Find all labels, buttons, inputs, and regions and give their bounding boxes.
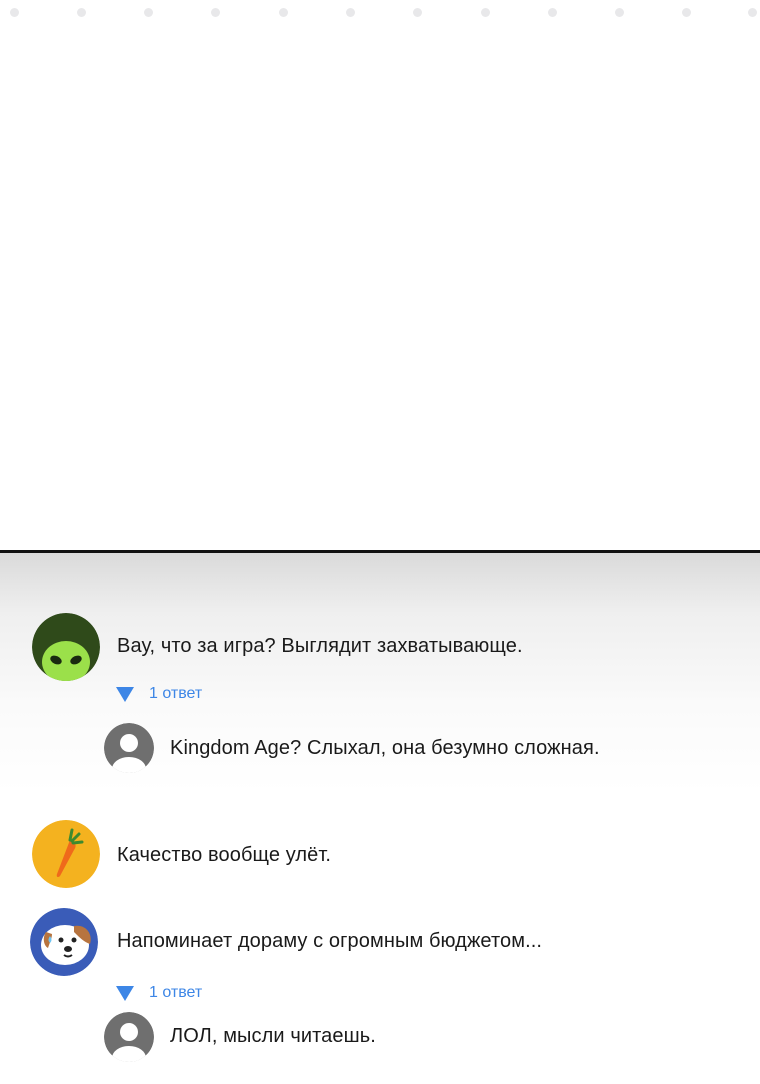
- comment-text: Вау, что за игра? Выглядит захватывающе.: [117, 635, 523, 657]
- comment-text: Качество вообще улёт.: [117, 844, 332, 866]
- dot: [413, 8, 422, 17]
- dot: [144, 8, 153, 17]
- default-user-avatar-icon[interactable]: [104, 1012, 154, 1062]
- blank-panel: [0, 28, 760, 550]
- default-user-avatar-icon[interactable]: [104, 723, 154, 773]
- dot: [211, 8, 220, 17]
- reply-count: 1 ответ: [149, 685, 203, 702]
- dot: [748, 8, 757, 17]
- dot: [481, 8, 490, 17]
- chevron-down-icon: [116, 686, 134, 702]
- dot: [682, 8, 691, 17]
- show-replies-toggle[interactable]: 1 ответ: [116, 685, 202, 703]
- chevron-down-icon: [116, 985, 134, 1001]
- dot: [346, 8, 355, 17]
- dot: [10, 8, 19, 17]
- dot: [77, 8, 86, 17]
- alien-avatar-icon[interactable]: [32, 613, 100, 681]
- comments-panel: [0, 553, 760, 1084]
- reply-text: Kingdom Age? Слыхал, она безумно сложная…: [170, 737, 600, 759]
- dot: [615, 8, 624, 17]
- dog-avatar-icon[interactable]: [30, 908, 98, 976]
- comment-text: Напоминает дораму с огромным бюджетом...: [117, 930, 543, 952]
- dot: [279, 8, 288, 17]
- dot: [548, 8, 557, 17]
- carrot-avatar-icon[interactable]: [32, 820, 100, 888]
- top-dots-row: [0, 0, 760, 28]
- reply-count: 1 ответ: [149, 984, 203, 1001]
- show-replies-toggle[interactable]: 1 ответ: [116, 984, 202, 1002]
- reply-text: ЛОЛ, мысли читаешь.: [170, 1025, 376, 1047]
